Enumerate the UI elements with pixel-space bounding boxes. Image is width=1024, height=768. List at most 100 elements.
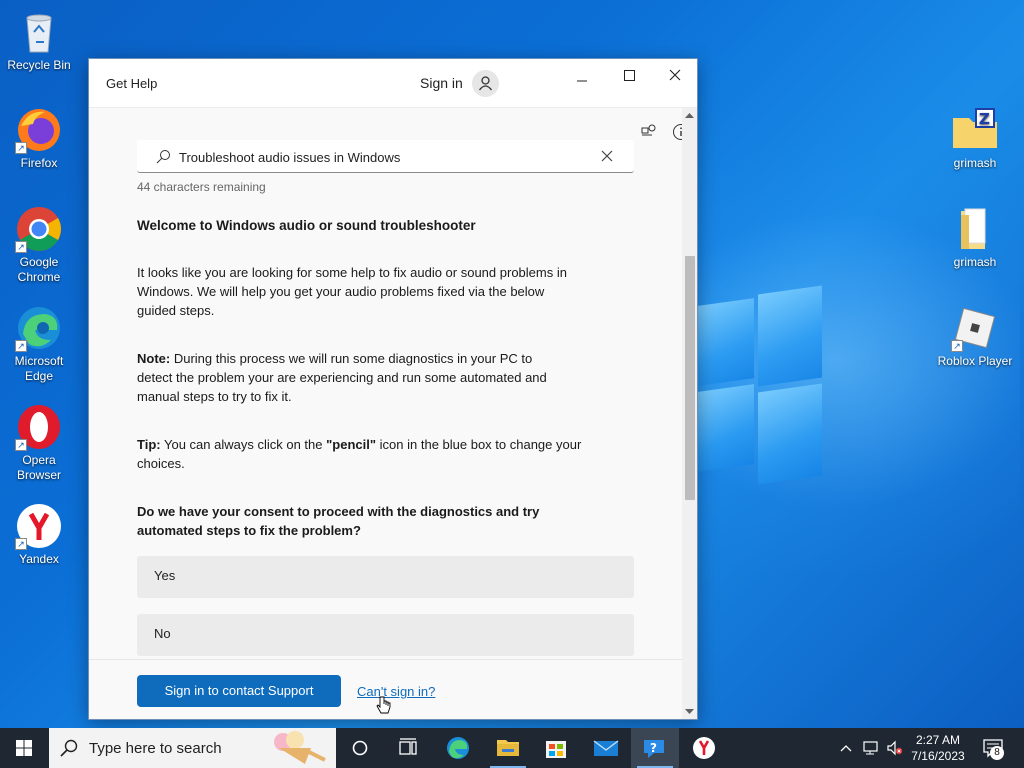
desktop-icon-label: Opera Browser <box>16 453 61 482</box>
get-help-window: Get Help Sign in Troubleshoot audio issu… <box>88 58 698 720</box>
close-button[interactable] <box>652 65 698 97</box>
taskbar: Type here to search ? 2:27 AM 7/16/2023 … <box>0 728 1024 768</box>
svg-text:Z: Z <box>979 110 990 128</box>
desktop-icon-opera[interactable]: ↗ Opera Browser <box>1 403 77 483</box>
shortcut-arrow-icon: ↗ <box>15 241 27 253</box>
tip-text-pre: You can always click on the <box>163 437 323 452</box>
notification-center-button[interactable]: 8 <box>972 728 1020 768</box>
windows-start-icon <box>16 740 32 756</box>
cant-sign-in-link[interactable]: Can't sign in? <box>357 684 435 699</box>
get-help-icon: ? <box>644 740 664 758</box>
troubleshooter-heading: Welcome to Windows audio or sound troubl… <box>137 218 476 233</box>
sign-in-link[interactable]: Sign in <box>420 75 463 91</box>
sign-in-contact-support-button[interactable]: Sign in to contact Support <box>137 675 341 707</box>
file-explorer-icon <box>497 740 519 756</box>
shortcut-arrow-icon: ↗ <box>15 142 27 154</box>
opera-icon: ↗ <box>15 403 63 451</box>
desktop-icon-chrome[interactable]: ↗ Google Chrome <box>1 205 77 285</box>
desktop-icon-grimash-folder[interactable]: grimash <box>937 205 1013 270</box>
note-label: Note: <box>137 351 171 366</box>
edge-icon: ↗ <box>15 304 63 352</box>
desktop-icon-roblox[interactable]: ↗ Roblox Player <box>937 304 1013 369</box>
close-icon <box>669 69 681 81</box>
zip-folder-icon: Z <box>951 106 999 154</box>
scroll-down-icon <box>685 709 694 714</box>
start-button[interactable] <box>0 728 48 768</box>
hand-cursor-icon <box>376 696 391 714</box>
contact-community-icon[interactable] <box>638 122 658 142</box>
intro-text: It looks like you are looking for some h… <box>137 265 567 318</box>
note-paragraph: Note: During this process we will run so… <box>137 349 567 406</box>
tip-paragraph: Tip: You can always click on the "pencil… <box>137 435 587 473</box>
desktop-icon-label: Recycle Bin <box>7 58 71 72</box>
clear-search-icon[interactable] <box>601 150 613 162</box>
search-icon <box>60 739 78 757</box>
option-no[interactable]: No <box>137 614 634 656</box>
notification-count-badge: 8 <box>990 746 1004 760</box>
mail-icon <box>593 740 619 756</box>
vertical-scrollbar[interactable] <box>682 108 697 719</box>
taskbar-search-box[interactable]: Type here to search <box>49 728 336 768</box>
characters-remaining: 44 characters remaining <box>137 180 266 194</box>
desktop-icon-label: grimash <box>953 156 997 170</box>
volume-muted-icon[interactable] <box>886 740 904 756</box>
consent-question: Do we have your consent to proceed with … <box>137 504 540 538</box>
desktop-icon-label: Roblox Player <box>937 354 1013 368</box>
task-view-button[interactable] <box>384 728 432 768</box>
taskbar-get-help[interactable]: ? <box>631 728 679 768</box>
desktop-icon-edge[interactable]: ↗ Microsoft Edge <box>1 304 77 384</box>
yandex-icon: ↗ <box>15 502 63 550</box>
svg-text:?: ? <box>650 741 657 755</box>
footer: Sign in to contact Support Can't sign in… <box>89 659 682 719</box>
taskbar-store[interactable] <box>532 728 580 768</box>
maximize-button[interactable] <box>606 65 652 97</box>
roblox-icon: ↗ <box>951 304 999 352</box>
title-bar[interactable]: Get Help Sign in <box>89 59 697 107</box>
avatar[interactable] <box>472 70 499 97</box>
option-yes[interactable]: Yes <box>137 556 634 598</box>
desktop-icon-firefox[interactable]: ↗ Firefox <box>1 106 77 171</box>
folder-icon <box>951 205 999 253</box>
app-title: Get Help <box>106 76 158 91</box>
note-text: During this process we will run some dia… <box>137 351 547 404</box>
taskbar-edge[interactable] <box>434 728 482 768</box>
desktop-icon-yandex[interactable]: ↗ Yandex <box>1 502 77 567</box>
minimize-icon <box>577 80 587 82</box>
chrome-icon: ↗ <box>15 205 63 253</box>
cortana-button[interactable] <box>336 728 384 768</box>
search-icon <box>156 150 170 164</box>
tip-label: Tip: <box>137 437 161 452</box>
desktop-icon-label: Microsoft Edge <box>14 354 64 383</box>
windows-logo-wallpaper <box>698 285 823 485</box>
search-input[interactable]: Troubleshoot audio issues in Windows <box>137 140 634 173</box>
network-icon[interactable] <box>862 740 880 756</box>
task-view-icon <box>399 738 417 755</box>
tip-pencil: "pencil" <box>326 437 377 452</box>
recycle-bin-icon <box>15 8 63 56</box>
show-hidden-icons-chevron-icon[interactable] <box>838 740 854 756</box>
yandex-icon <box>693 737 715 759</box>
firefox-icon: ↗ <box>15 106 63 154</box>
scrollbar-thumb[interactable] <box>685 256 695 500</box>
taskbar-file-explorer[interactable] <box>484 728 532 768</box>
shortcut-arrow-icon: ↗ <box>15 439 27 451</box>
taskbar-search-placeholder: Type here to search <box>89 740 222 757</box>
desktop-icon-grimash-archive[interactable]: Z grimash <box>937 106 1013 171</box>
taskbar-yandex[interactable] <box>680 728 728 768</box>
scroll-up-icon <box>685 113 694 118</box>
clock-date: 7/16/2023 <box>911 749 965 763</box>
taskbar-mail[interactable] <box>582 728 630 768</box>
minimize-button[interactable] <box>559 65 605 97</box>
clock[interactable]: 2:27 AM 7/16/2023 <box>906 732 970 764</box>
edge-icon <box>447 737 469 759</box>
shortcut-arrow-icon: ↗ <box>951 340 963 352</box>
search-value: Troubleshoot audio issues in Windows <box>179 150 401 165</box>
ice-cream-illustration-icon <box>274 731 326 764</box>
desktop-icon-label: Firefox <box>20 156 58 170</box>
clock-time: 2:27 AM <box>915 733 961 747</box>
desktop-icon-recycle-bin[interactable]: Recycle Bin <box>1 8 77 73</box>
cortana-icon <box>352 740 368 756</box>
desktop-icon-label: Yandex <box>19 552 59 566</box>
desktop-icon-label: grimash <box>953 255 997 269</box>
shortcut-arrow-icon: ↗ <box>15 538 27 550</box>
